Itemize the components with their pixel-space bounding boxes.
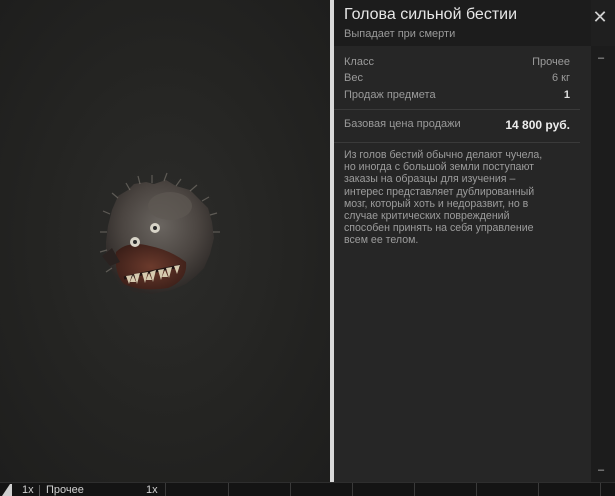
divider [334,109,580,110]
slot-divider [290,483,291,496]
scroll-down-icon[interactable]: – [595,465,607,476]
base-price-value: 14 800 руб. [505,118,570,132]
description-line: интерес представляет дублированный [344,185,535,198]
stat-value: 1 [563,89,570,101]
item-info-panel: Голова сильной бестии Выпадает при смерт… [334,0,591,482]
beast-head [99,172,220,294]
slot-divider [228,483,229,496]
item-subtitle: Выпадает при смерти [344,28,456,40]
item-title: Голова сильной бестии [344,6,518,23]
stat-row-sales: Продаж предмета 1 [344,89,570,105]
description-line: всем ее телом. [344,234,419,247]
divider [334,142,580,143]
item-3d-preview[interactable] [0,0,330,482]
item-count: 1x [22,484,34,496]
inventory-bar: 1x Прочее 1x [0,482,615,496]
stat-row-weight: Вес 6 кг [344,72,570,88]
scrollbar[interactable] [591,46,615,482]
stat-value: Прочее [532,56,570,68]
stat-label: Продаж предмета [344,89,436,101]
base-price-label: Базовая цена продажи [344,118,461,130]
item-count: 1x [146,484,158,496]
description-line: случае критических повреждений [344,210,510,223]
item-header: Голова сильной бестии Выпадает при смерт… [334,0,591,46]
divider [39,485,40,496]
item-slot-icon [2,484,12,496]
description-line: Из голов бестий обычно делают чучела, [344,149,543,161]
slot-divider [600,483,601,496]
description-line: заказы на образцы для изучения – [344,173,516,186]
stat-value: 6 кг [552,72,570,84]
item-category[interactable]: Прочее [46,483,84,496]
close-icon[interactable]: ✕ [591,8,609,26]
description-line: мозг, который хоть и недоразвит, но в [344,197,529,210]
slot-divider [538,483,539,496]
item-description: Из голов бестий обычно делают чучела, но… [344,149,570,247]
slot-divider [165,483,166,496]
slot-divider [476,483,477,496]
description-line: способен принять на себя управление [344,222,534,235]
slot-divider [414,483,415,496]
stat-label: Вес [344,72,363,84]
description-line: но иногда с большой земли поступают [344,161,535,174]
slot-divider [352,483,353,496]
stat-row-class: Класс Прочее [344,56,570,72]
stat-label: Класс [344,56,374,68]
base-price-row: Базовая цена продажи 14 800 руб. [344,118,570,134]
scroll-up-icon[interactable]: – [595,53,607,64]
beast-head-image [99,172,220,294]
